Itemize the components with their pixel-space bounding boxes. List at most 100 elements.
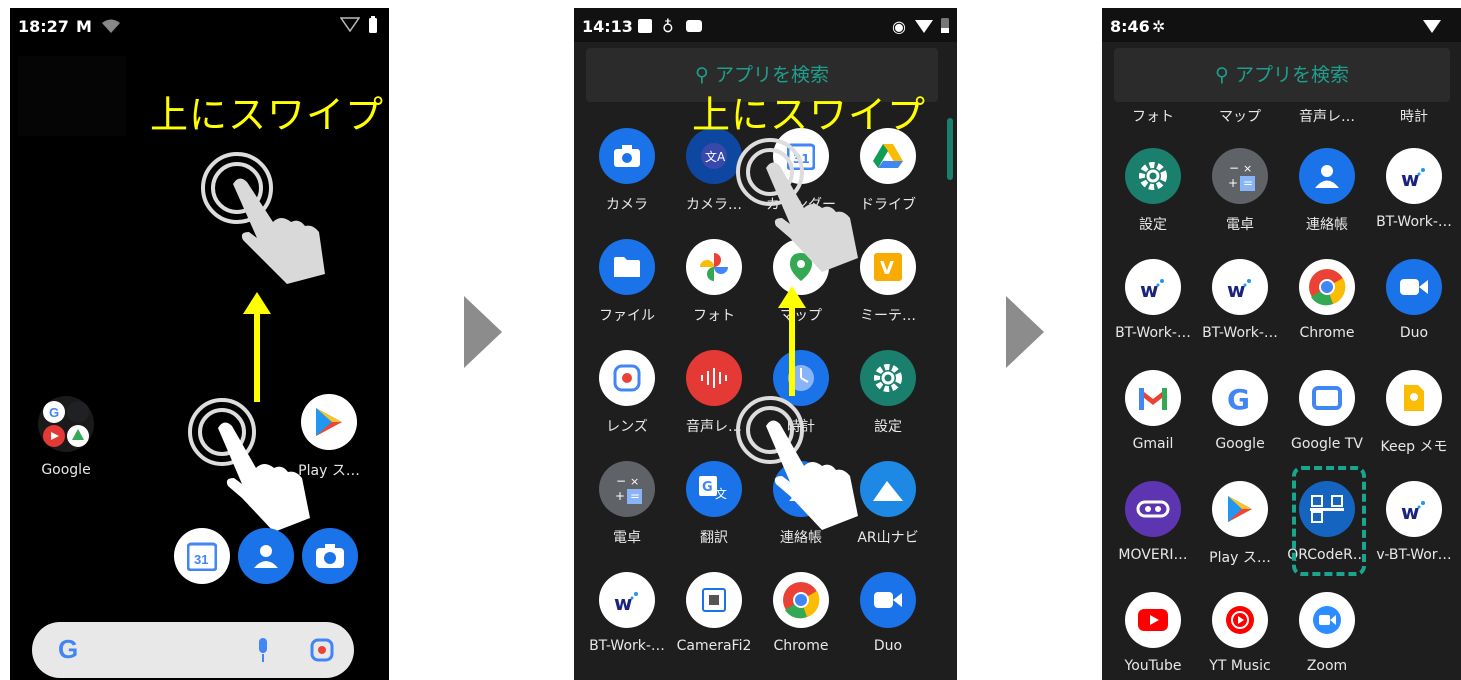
app-label: CameraFi2 xyxy=(676,638,752,654)
wifi-icon xyxy=(1423,20,1441,33)
app-label[interactable]: 音声レ… xyxy=(1277,106,1377,126)
keep-icon xyxy=(1386,370,1442,426)
lens-icon[interactable] xyxy=(310,638,334,662)
app-label[interactable]: マップ xyxy=(1190,106,1290,126)
wifi-icon xyxy=(102,19,120,33)
app-bt-work[interactable]: w v-BT-Wor… xyxy=(1364,481,1461,563)
svg-text:×: × xyxy=(1243,162,1252,175)
bt-work-icon: w xyxy=(1386,148,1442,204)
mic-icon[interactable] xyxy=(256,638,270,662)
bt-work-icon: w xyxy=(1386,481,1442,537)
battery-icon xyxy=(369,16,377,33)
app-chrome[interactable]: Chrome xyxy=(751,572,851,654)
settings-icon xyxy=(1125,148,1181,204)
app-bt-work[interactable]: w BT-Work-… xyxy=(1364,148,1461,230)
app-label: フォト xyxy=(693,308,735,324)
app-contacts[interactable]: 連絡帳 xyxy=(1277,148,1377,234)
app-label[interactable]: 時計 xyxy=(1364,106,1461,126)
contacts-icon xyxy=(1299,148,1355,204)
svg-text:=: = xyxy=(1243,176,1253,190)
youtube-notification-icon xyxy=(686,20,702,32)
app-label: v-BT-Wor… xyxy=(1376,547,1452,563)
search-placeholder: アプリを検索 xyxy=(714,64,829,86)
app-camera[interactable]: カメラ xyxy=(577,128,677,214)
svg-text:+: + xyxy=(615,489,625,503)
svg-text:G: G xyxy=(49,405,59,420)
app-zoom[interactable]: Zoom xyxy=(1277,592,1377,674)
app-label: BT-Work-… xyxy=(1202,325,1278,341)
google-g-icon: G xyxy=(58,634,79,664)
app-calculator[interactable]: − × + = 電卓 xyxy=(1190,148,1290,234)
app-label: Zoom xyxy=(1306,658,1348,674)
app-label: Chrome xyxy=(1299,325,1355,341)
app-calculator[interactable]: − × + = 電卓 xyxy=(577,461,677,547)
google-tv-icon xyxy=(1299,370,1355,426)
swipe-up-instruction: 上にスワイプ xyxy=(150,93,385,137)
app-settings[interactable]: 設定 xyxy=(1103,148,1203,234)
app-google[interactable]: G Google xyxy=(1190,370,1290,452)
search-placeholder: アプリを検索 xyxy=(1234,64,1349,86)
app-label: Google xyxy=(1215,436,1265,452)
app-duo[interactable]: Duo xyxy=(1364,259,1461,341)
svg-text:G: G xyxy=(702,480,713,495)
swipe-arrow-shaft xyxy=(789,304,795,396)
app-moverio[interactable]: MOVERI… xyxy=(1103,481,1203,563)
app-bt-work[interactable]: w BT-Work-… xyxy=(1190,259,1290,341)
app-gmail[interactable]: Gmail xyxy=(1103,370,1203,452)
app-label: 設定 xyxy=(1139,217,1167,233)
app-label: MOVERI… xyxy=(1118,547,1188,563)
hand-pointer-icon xyxy=(188,398,310,532)
svg-text:G: G xyxy=(1227,383,1250,413)
app-duo[interactable]: Duo xyxy=(838,572,938,654)
scrollbar-thumb[interactable] xyxy=(947,118,953,180)
app-label: BT-Work-… xyxy=(1376,214,1452,230)
status-bar: 18:27 M xyxy=(10,8,389,42)
svg-text:w: w xyxy=(1140,278,1158,299)
calendar-icon[interactable]: 31 xyxy=(174,528,230,584)
play-store-icon xyxy=(1212,481,1268,537)
battery-icon xyxy=(941,18,949,33)
app-label: ミーテ… xyxy=(860,308,916,324)
app-bt-work[interactable]: w BT-Work-… xyxy=(577,572,677,654)
app-youtube[interactable]: YouTube xyxy=(1103,592,1203,674)
search-icon: ⚲ xyxy=(1215,64,1229,86)
app-files[interactable]: ファイル xyxy=(577,239,677,325)
app-label: BT-Work-… xyxy=(589,638,665,654)
google-search-bar[interactable]: G xyxy=(32,622,354,678)
app-label: Duo xyxy=(1399,325,1429,341)
app-search-field[interactable]: ⚲ アプリを検索 xyxy=(1114,48,1450,102)
app-google-tv[interactable]: Google TV xyxy=(1277,370,1377,452)
app-keep[interactable]: Keep メモ xyxy=(1364,370,1461,456)
swipe-up-instruction: 上にスワイプ xyxy=(692,93,927,137)
files-icon xyxy=(599,239,655,295)
svg-text:V: V xyxy=(880,258,894,279)
app-lens[interactable]: レンズ xyxy=(577,350,677,436)
app-label: Google TV xyxy=(1291,436,1363,452)
gmail-icon xyxy=(1125,370,1181,426)
svg-text:−: − xyxy=(616,474,626,488)
app-drawer-screen: 14:13 ♁ ◉ ⚲ アプリを検索 カメラ文Aカメラ…31カレンダードライブフ… xyxy=(574,8,957,680)
home-screen: 18:27 M 上にスワイプ G Google Play ス… 31 G xyxy=(10,8,389,680)
contacts-icon[interactable] xyxy=(238,528,294,584)
bt-work-icon: w xyxy=(1125,259,1181,315)
chrome-icon xyxy=(1299,259,1355,315)
duo-icon xyxy=(1386,259,1442,315)
app-label: Keep メモ xyxy=(1380,439,1448,455)
app-camerafi[interactable]: CameraFi2 xyxy=(664,572,764,654)
app-label: YouTube xyxy=(1124,658,1182,674)
app-label: BT-Work-… xyxy=(1115,325,1191,341)
youtube-icon xyxy=(1125,592,1181,648)
zoom-icon xyxy=(1299,592,1355,648)
app-bt-work[interactable]: w BT-Work-… xyxy=(1103,259,1203,341)
app-yt-music[interactable]: YT Music xyxy=(1190,592,1290,674)
google-folder[interactable]: G Google xyxy=(16,396,116,478)
hand-pointer-icon xyxy=(201,152,325,284)
wifi-icon xyxy=(915,20,933,33)
app-label[interactable]: フォト xyxy=(1103,106,1203,126)
duo-icon xyxy=(860,572,916,628)
svg-text:文A: 文A xyxy=(705,149,726,164)
yt-music-icon xyxy=(1212,592,1268,648)
app-chrome[interactable]: Chrome xyxy=(1277,259,1377,341)
camera-icon[interactable] xyxy=(302,528,358,584)
app-play-store[interactable]: Play ス… xyxy=(1190,481,1290,567)
